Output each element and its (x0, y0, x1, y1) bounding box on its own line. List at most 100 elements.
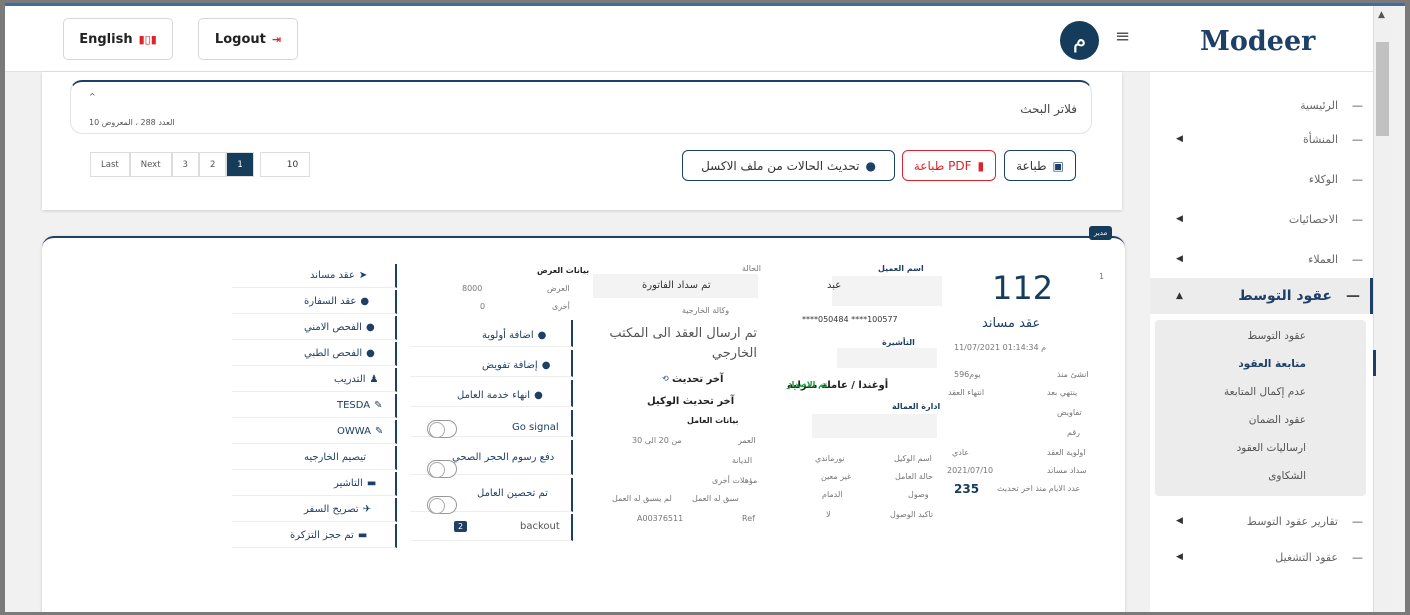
link-label: اضافة أولوية (482, 330, 534, 341)
user-icon: ● (360, 296, 370, 307)
worker-admin: ادارة العمالة (892, 402, 941, 411)
language-button[interactable]: English ▮▯▮ (63, 18, 173, 60)
active-indicator (1373, 350, 1376, 376)
update-excel-label: تحديث الحالات من ملف الاكسل (701, 158, 860, 173)
label: مؤهلات أخرى (712, 476, 758, 485)
link-security-check[interactable]: ● الفحص الامني (304, 322, 375, 333)
value: 596يوم (954, 370, 981, 379)
sidebar-item-home[interactable]: — الرئيسية (1150, 88, 1373, 122)
sidebar-item-mediation-contracts[interactable]: — عقود التوسط ▲ (1150, 278, 1373, 314)
sidebar-item-agents[interactable]: — الوكلاء (1150, 162, 1373, 196)
sidebar-item-operation-contracts[interactable]: — عقود التشغيل ◀ (1150, 540, 1373, 574)
link-label: إضافة تفويض (482, 360, 538, 371)
filter-box[interactable]: ^ العدد 288 ، المعروض 10 فلاتر البحث (70, 80, 1092, 134)
days-since-update: 235 (954, 482, 980, 496)
page-1[interactable]: 1 (226, 152, 254, 177)
update-excel-button[interactable]: تحديث الحالات من ملف الاكسل ● (682, 150, 895, 181)
print-pdf-button[interactable]: طباعة PDF ▮ (902, 150, 996, 181)
link-ticket-booked[interactable]: ▬ تم حجز التزكرة (290, 530, 367, 541)
label: اسم الوكيل (894, 454, 932, 463)
value: 2021/07/10 (947, 466, 994, 475)
logout-icon: ⇥ (271, 32, 282, 46)
page-next[interactable]: Next (129, 152, 172, 177)
link-owwa[interactable]: ✎ OWWA (337, 426, 383, 437)
page-3[interactable]: 3 (171, 152, 199, 177)
link-medical-check[interactable]: ● الفحص الطبي (304, 348, 375, 359)
caret-up-icon: ▲ (1176, 291, 1183, 301)
sidebar-item-statistics[interactable]: — الاحصائيات ◀ (1150, 202, 1373, 236)
value: انتهاء العقد (948, 388, 985, 397)
page-2[interactable]: 2 (198, 152, 227, 177)
status-label: الحالة (742, 264, 761, 273)
card-icon: ▬ (366, 478, 377, 489)
link-label: تم حجز التزكرة (290, 530, 354, 541)
sidebar-item-label: عقود التوسط (1238, 288, 1332, 304)
scroll-thumb[interactable] (1376, 42, 1389, 136)
caret-left-icon: ◀ (1176, 254, 1183, 264)
logo: Modeer (1200, 26, 1316, 57)
quarantine-label: دفع رسوم الحجر الصحي (452, 452, 555, 463)
page-size-select[interactable]: 10 (259, 152, 310, 177)
edit-icon: ✎ (374, 400, 383, 411)
logout-button[interactable]: Logout ⇥ (198, 18, 298, 60)
plus-circle-icon: ● (865, 158, 876, 173)
ticket-icon: ▬ (357, 530, 368, 541)
scroll-up-icon[interactable]: ▲ (1378, 10, 1385, 20)
caret-up-icon[interactable]: ^ (89, 92, 96, 101)
link-embassy[interactable]: ● عقد السفارة (304, 296, 369, 307)
link-label: تصريح السفر (304, 504, 359, 515)
user-icon: ● (541, 360, 551, 371)
sidebar-item-label: الوكلاء (1308, 172, 1338, 186)
submenu-item[interactable]: ارساليات العقود (1237, 442, 1306, 454)
label: العرض (547, 284, 570, 293)
label: ينتهي بعد (1047, 388, 1078, 397)
link-ministry-stamp[interactable]: تيصيم الخارجيه (304, 452, 366, 463)
user-icon: ● (537, 330, 547, 341)
logout-label: Logout (214, 31, 266, 47)
vaccinated-toggle[interactable] (427, 496, 457, 514)
client-value-box (832, 276, 942, 306)
link-label: OWWA (337, 426, 371, 437)
user-minus-icon: ● (534, 390, 543, 401)
label: اولوية العقد (1047, 448, 1086, 457)
add-auth-link[interactable]: ● إضافة تفويض (482, 360, 550, 371)
submenu-item-active[interactable]: متابعة العقود (1238, 358, 1306, 370)
pdf-icon: ▮ (977, 158, 985, 173)
link-label: TESDA (337, 400, 371, 411)
label: حالة العامل (895, 472, 933, 481)
link-training[interactable]: ♟ التدريب (334, 374, 379, 385)
sidebar-item-mediation-reports[interactable]: — تقارير عقود التوسط ◀ (1150, 504, 1373, 538)
link-tesda[interactable]: ✎ TESDA (337, 400, 383, 411)
worker-status: تم الاصدار (787, 380, 828, 389)
sidebar-item-label: عقود التشغيل (1275, 550, 1338, 564)
history-icon[interactable]: ⟲ (662, 374, 669, 383)
print-button[interactable]: طباعة ▣ (1004, 150, 1076, 181)
sidebar-item-clients[interactable]: — العملاء ◀ (1150, 242, 1373, 276)
label: تاكيد الوصول (890, 510, 934, 519)
submenu-item[interactable]: عقود الضمان (1249, 414, 1306, 426)
link-contract[interactable]: ➤ عقد مساند (310, 270, 367, 281)
user-secret-icon: ● (365, 322, 375, 333)
go-signal-toggle[interactable] (427, 420, 457, 438)
scrollbar[interactable]: ▲ (1373, 6, 1391, 612)
submenu-item[interactable]: الشكاوى (1268, 470, 1306, 482)
backout-count: 2 (454, 521, 468, 532)
sidebar-item-establishment[interactable]: — المنشأة ◀ (1150, 122, 1373, 156)
sidebar-item-label: المنشأة (1302, 132, 1338, 146)
result-count: العدد 288 ، المعروض 10 (89, 118, 175, 127)
avatar[interactable]: م (1060, 21, 1099, 60)
end-service-link[interactable]: ● انهاء خدمة العامل (457, 390, 543, 401)
print-pdf-label: طباعة PDF (913, 158, 972, 173)
link-visa[interactable]: ▬ التاشير (334, 478, 376, 489)
submenu-item[interactable]: عقود التوسط (1248, 330, 1307, 342)
link-label: الفحص الطبي (304, 348, 363, 359)
worker-admin-box (812, 414, 937, 438)
link-travel-permit[interactable]: ✈ تصريح السفر (304, 504, 371, 515)
page-last[interactable]: Last (90, 152, 130, 177)
menu-icon[interactable]: ≡ (1115, 26, 1130, 47)
row-number: 1 (1099, 272, 1105, 281)
add-priority-link[interactable]: ● اضافة أولوية (482, 330, 546, 341)
label: تفاويض (1057, 408, 1082, 417)
value: من 20 الى 30 (632, 436, 682, 445)
submenu-item[interactable]: عدم إكمال المتابعة (1224, 386, 1306, 398)
